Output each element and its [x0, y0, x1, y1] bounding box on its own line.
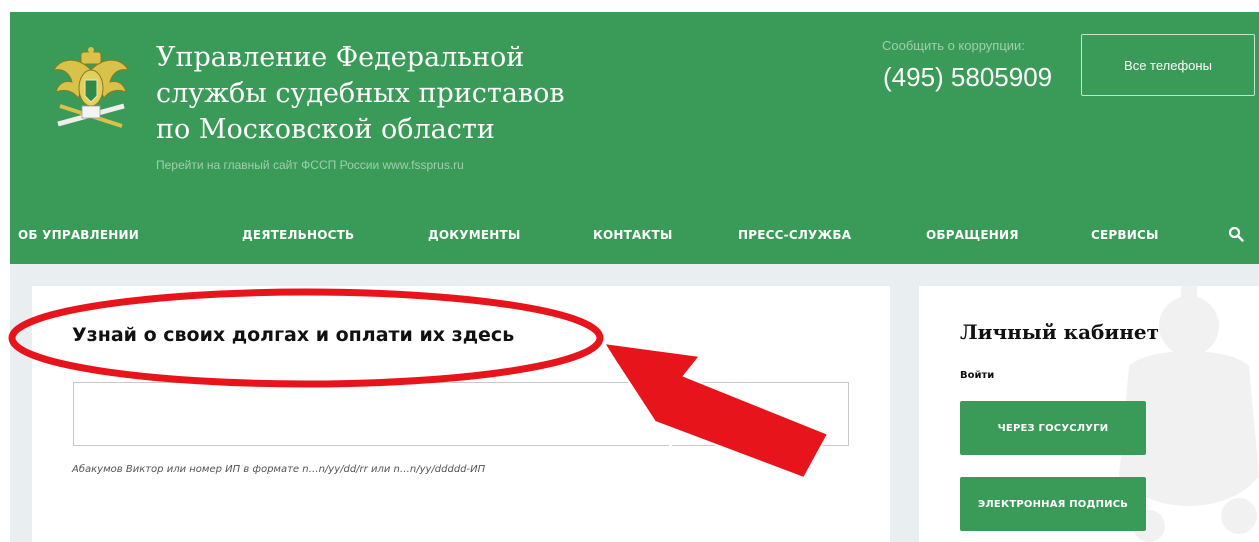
nav-item-activity[interactable]: ДЕЯТЕЛЬНОСТЬ	[242, 228, 354, 242]
corruption-phone[interactable]: (495) 5805909	[883, 62, 1052, 93]
nav-item-services[interactable]: СЕРВИСЫ	[1091, 228, 1159, 242]
nav-item-appeals[interactable]: ОБРАЩЕНИЯ	[926, 228, 1019, 242]
nav-item-press[interactable]: ПРЕСС-СЛУЖБА	[738, 228, 851, 242]
nav-item-documents[interactable]: ДОКУМЕНТЫ	[428, 228, 521, 242]
debt-search-input[interactable]	[73, 382, 849, 446]
fssp-emblem-logo[interactable]	[50, 44, 132, 132]
login-signature-button[interactable]: ЭЛЕКТРОННАЯ ПОДПИСЬ	[960, 477, 1146, 531]
site-page: Управление Федеральной службы судебных п…	[10, 12, 1259, 542]
all-phones-button[interactable]: Все телефоны	[1081, 34, 1255, 96]
search-hint: Абакумов Виктор или номер ИП в формате n…	[72, 464, 486, 475]
nav-item-about[interactable]: ОБ УПРАВЛЕНИИ	[18, 228, 139, 242]
login-label: Войти	[960, 370, 995, 381]
site-header: Управление Федеральной службы судебных п…	[10, 12, 1259, 264]
site-title[interactable]: Управление Федеральной службы судебных п…	[156, 40, 756, 148]
personal-cabinet-title: Личный кабинет	[960, 320, 1159, 344]
debt-search-heading: Узнай о своих долгах и оплати их здесь	[72, 324, 515, 346]
corruption-report-label: Сообщить о коррупции:	[882, 38, 1025, 53]
main-nav: ОБ УПРАВЛЕНИИ ДЕЯТЕЛЬНОСТЬ ДОКУМЕНТЫ КОН…	[10, 212, 1259, 258]
login-gosuslugi-button[interactable]: ЧЕРЕЗ ГОСУСЛУГИ	[960, 401, 1146, 455]
search-icon[interactable]	[1228, 226, 1244, 242]
main-site-link[interactable]: Перейти на главный сайт ФССП России www.…	[156, 158, 464, 172]
debt-search-card: Узнай о своих долгах и оплати их здесь А…	[32, 286, 890, 542]
nav-item-contacts[interactable]: КОНТАКТЫ	[593, 228, 673, 242]
personal-cabinet-card: Личный кабинет Войти ЧЕРЕЗ ГОСУСЛУГИ ЭЛЕ…	[919, 286, 1259, 542]
